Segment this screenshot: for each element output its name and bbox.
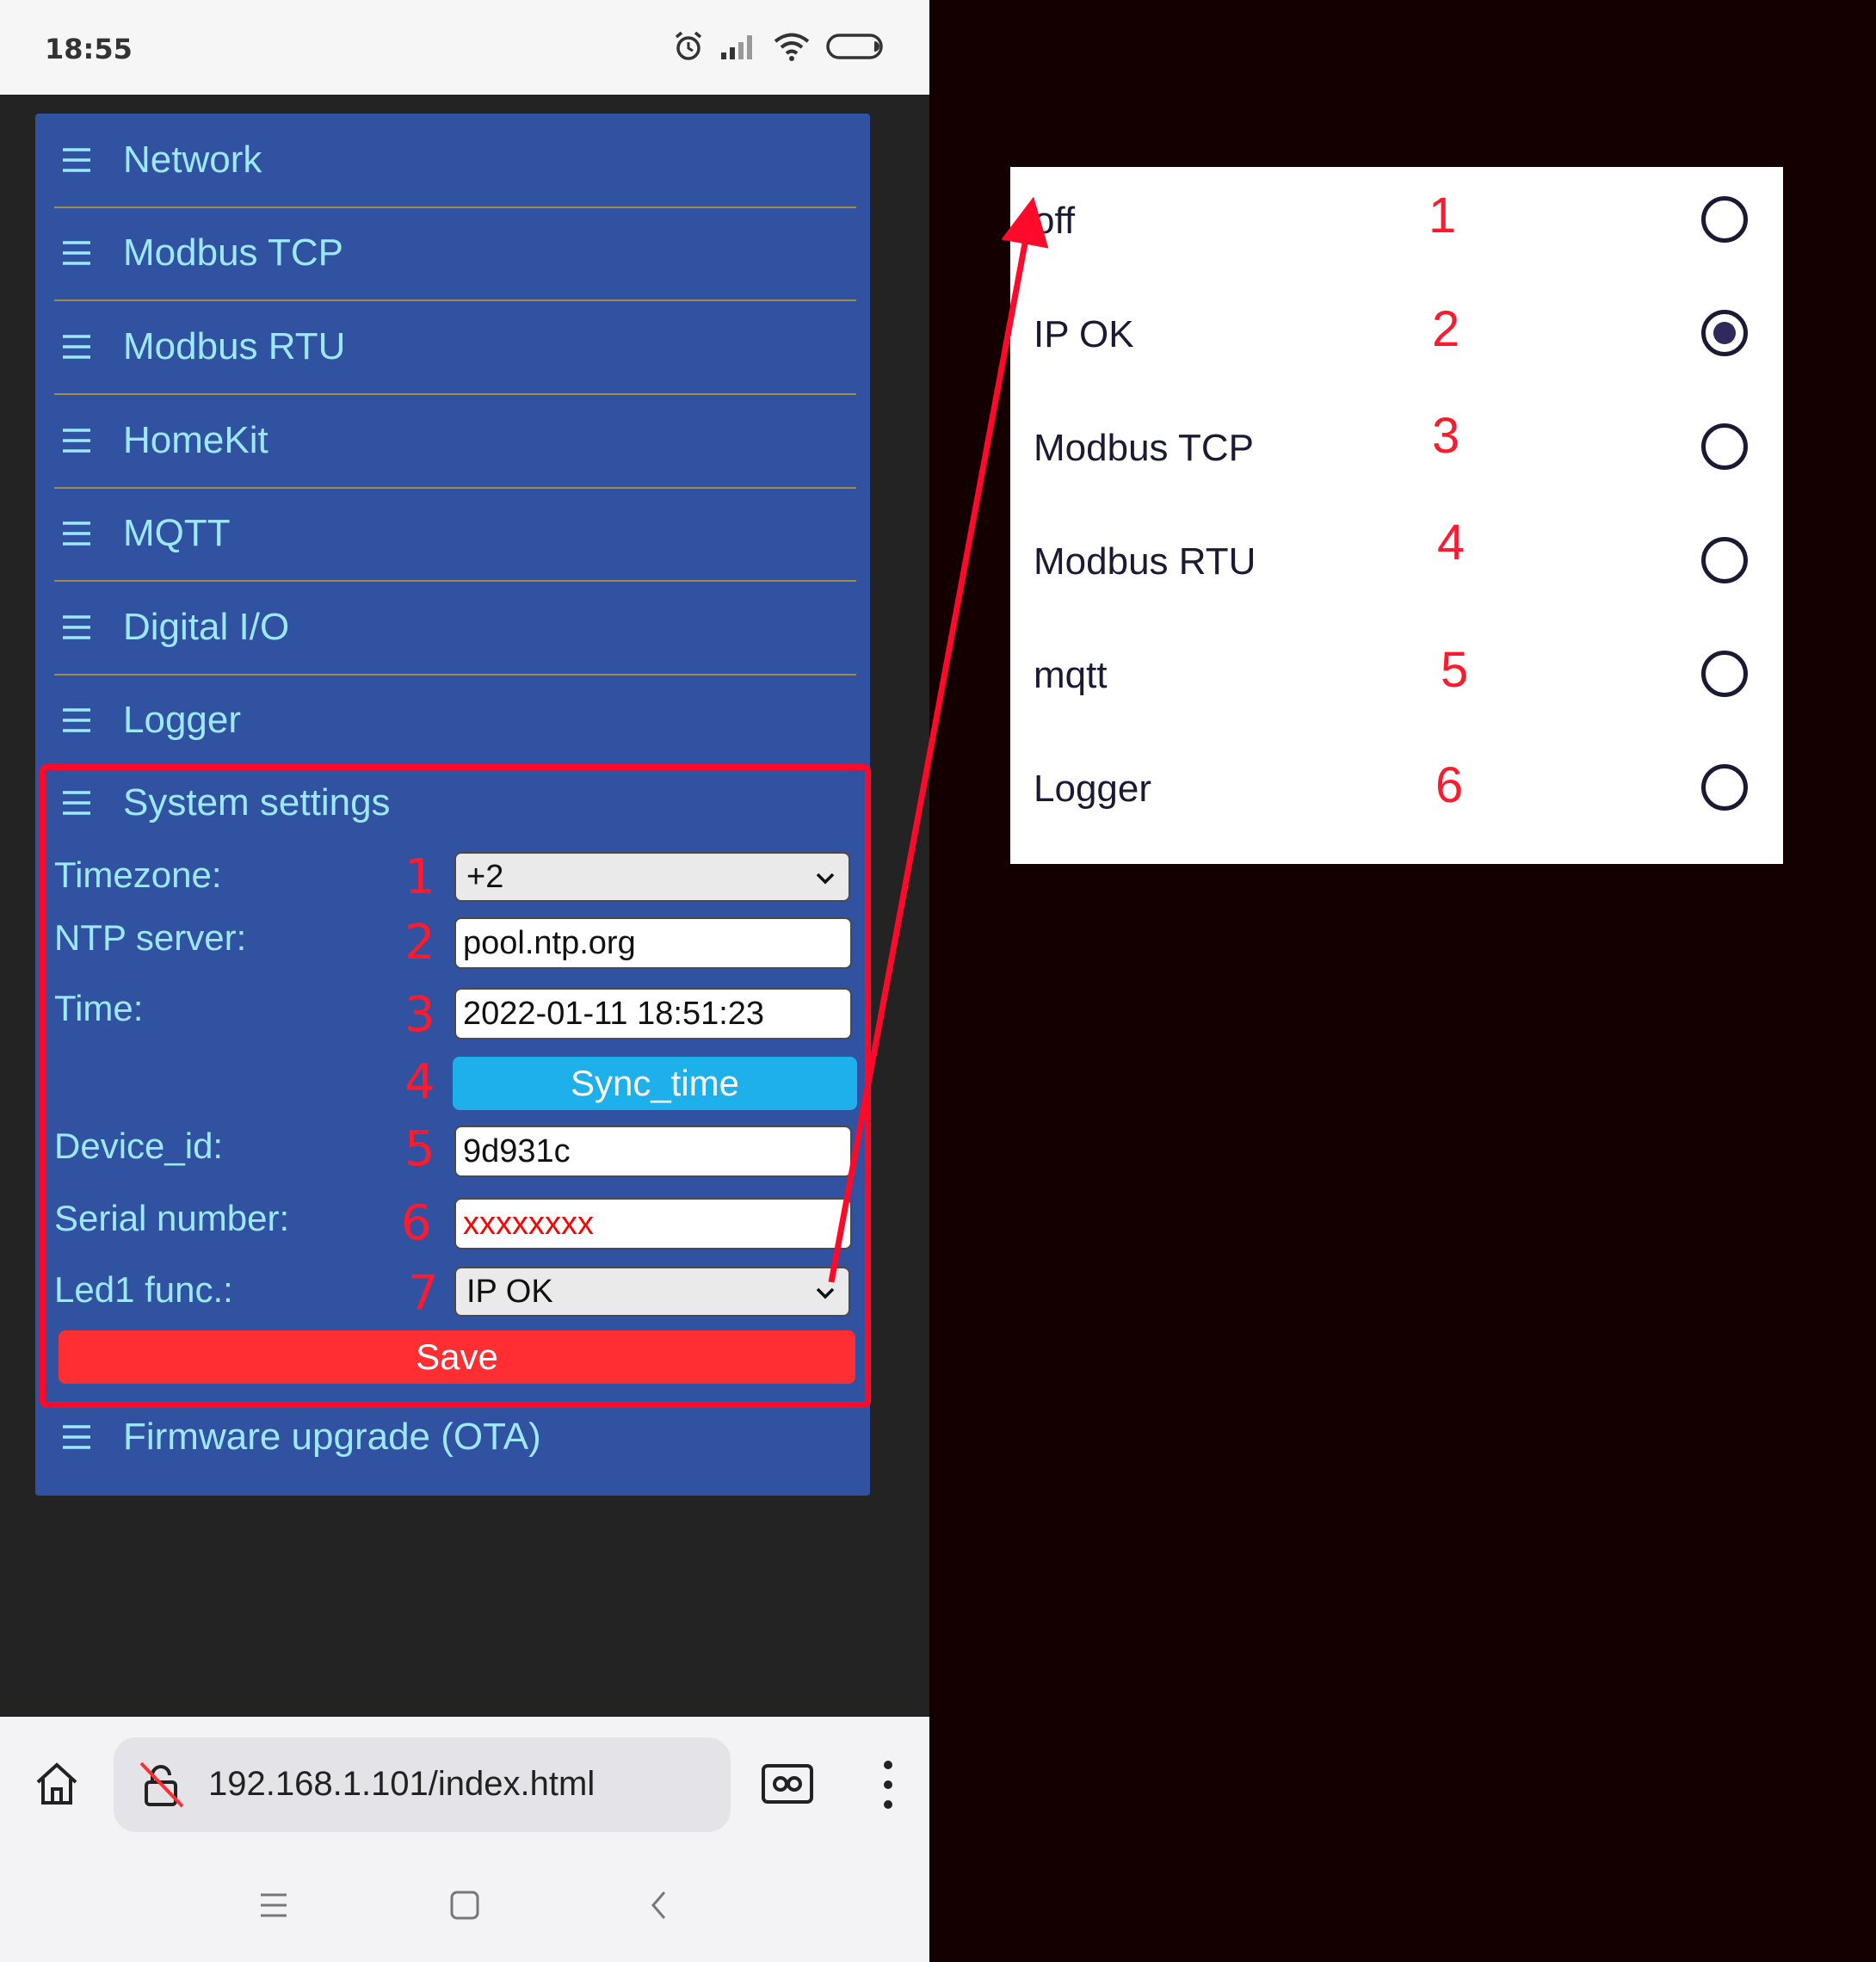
menu-item-label: Modbus RTU <box>123 325 346 367</box>
radio-option-label: off <box>1034 200 1076 242</box>
phone-screen: 18:55 Network Modbus TCP Modbus RTU Home… <box>0 0 929 1962</box>
radio-button[interactable] <box>1701 651 1748 697</box>
radio-option-modbus-tcp[interactable]: Modbus TCP 3 <box>1010 394 1783 508</box>
radio-button[interactable] <box>1701 537 1748 583</box>
hamburger-icon <box>63 615 90 639</box>
radio-option-logger[interactable]: Logger 6 <box>1010 735 1783 848</box>
radio-option-label: Modbus RTU <box>1034 540 1256 583</box>
url-bar[interactable]: 192.168.1.101/index.html <box>114 1737 731 1832</box>
annotation-number: 3 <box>1432 408 1460 464</box>
led-function-dialog: off 1 IP OK 2 Modbus TCP 3 Modbus RTU 4 … <box>1010 167 1783 864</box>
radio-option-modbus-rtu[interactable]: Modbus RTU 4 <box>1010 508 1783 621</box>
browser-toolbar: 192.168.1.101/index.html <box>0 1717 929 1850</box>
wifi-icon <box>774 33 810 61</box>
radio-button[interactable] <box>1701 423 1748 470</box>
insecure-lock-icon <box>139 1761 184 1808</box>
radio-option-label: mqtt <box>1034 654 1108 696</box>
hamburger-icon <box>63 1425 90 1449</box>
hamburger-icon <box>63 241 90 265</box>
annotation-number: 5 <box>1441 642 1469 698</box>
menu-item-digital-io[interactable]: Digital I/O <box>54 581 856 676</box>
status-icons <box>673 29 886 64</box>
menu-item-network[interactable]: Network <box>54 114 856 208</box>
firmware-upgrade-label: Firmware upgrade (OTA) <box>123 1416 541 1458</box>
signal-icon <box>721 35 752 59</box>
home-icon[interactable] <box>33 1760 81 1808</box>
annotation-number: 6 <box>1435 757 1464 813</box>
annotation-number: 1 <box>1429 188 1457 244</box>
menu-item-label: Logger <box>123 699 242 741</box>
radio-option-label: Logger <box>1034 768 1152 810</box>
radio-button[interactable] <box>1701 764 1748 811</box>
menu-item-label: Network <box>123 139 262 181</box>
highlight-box <box>40 764 871 1408</box>
home-nav-icon[interactable] <box>449 1890 480 1921</box>
menu-item-homekit[interactable]: HomeKit <box>54 394 856 489</box>
menu-item-label: Digital I/O <box>123 606 290 648</box>
alarm-icon <box>675 31 702 60</box>
hamburger-icon <box>63 521 90 546</box>
hamburger-icon <box>63 148 90 172</box>
radio-option-label: Modbus TCP <box>1034 427 1254 469</box>
radio-button-selected[interactable] <box>1701 310 1748 356</box>
more-menu-icon[interactable] <box>878 1760 898 1810</box>
radio-option-mqtt[interactable]: mqtt 5 <box>1010 621 1783 735</box>
menu-item-logger[interactable]: Logger <box>54 674 856 767</box>
annotation-number: 4 <box>1437 515 1466 571</box>
radio-button[interactable] <box>1701 196 1748 243</box>
radio-selected-dot <box>1713 322 1736 344</box>
radio-option-ip-ok[interactable]: IP OK 2 <box>1010 281 1783 394</box>
incognito-tabs-icon[interactable] <box>761 1763 814 1805</box>
menu-item-modbus-rtu[interactable]: Modbus RTU <box>54 300 856 395</box>
menu-item-mqtt[interactable]: MQTT <box>54 487 856 582</box>
annotation-number: 2 <box>1432 301 1460 357</box>
status-bar: 18:55 <box>0 0 929 95</box>
hamburger-icon <box>63 335 90 359</box>
system-navigation-bar <box>0 1850 929 1962</box>
back-icon[interactable] <box>649 1890 670 1921</box>
recent-apps-icon[interactable] <box>258 1891 289 1919</box>
battery-icon <box>826 34 883 59</box>
radio-option-off[interactable]: off 1 <box>1010 167 1783 281</box>
menu-item-firmware-upgrade[interactable]: Firmware upgrade (OTA) <box>54 1411 541 1463</box>
hamburger-icon <box>63 708 90 732</box>
menu-item-label: Modbus TCP <box>123 231 343 274</box>
radio-option-label: IP OK <box>1034 313 1134 355</box>
hamburger-icon <box>63 429 90 453</box>
menu-item-label: HomeKit <box>123 419 268 461</box>
menu-item-modbus-tcp[interactable]: Modbus TCP <box>54 207 856 301</box>
url-text: 192.168.1.101/index.html <box>208 1765 596 1803</box>
status-time: 18:55 <box>45 33 133 65</box>
menu-item-label: MQTT <box>123 512 231 554</box>
